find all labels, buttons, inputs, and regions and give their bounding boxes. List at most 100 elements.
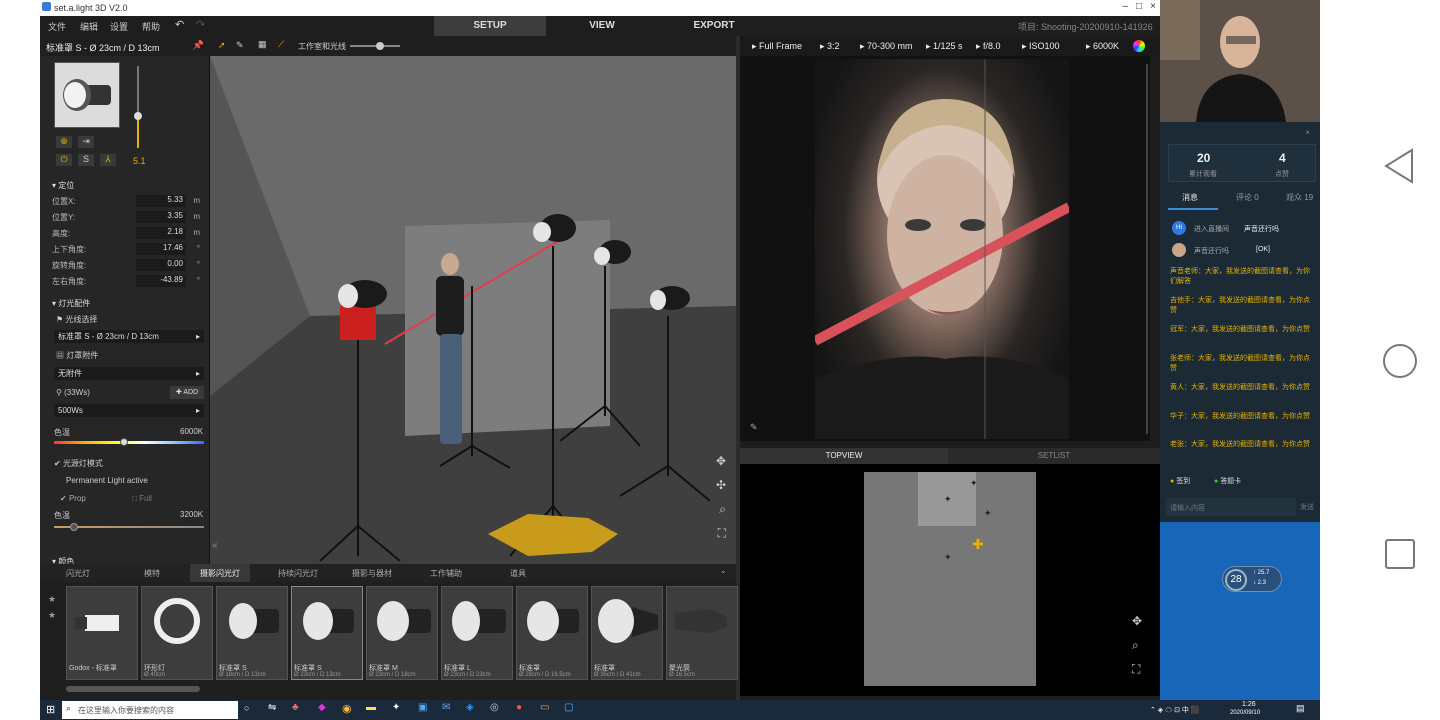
color-temp-handle[interactable]: [120, 438, 128, 446]
watt-dropdown[interactable]: 500Ws ▸: [54, 404, 204, 417]
section-position[interactable]: ▾ 定位: [52, 180, 74, 191]
align-icon[interactable]: ⇥: [78, 136, 94, 148]
prop-pan[interactable]: 左右角度: -43.89 °: [52, 274, 202, 288]
tab-helpers[interactable]: 工作辅助: [430, 568, 462, 579]
app-icon[interactable]: ▭: [540, 702, 549, 713]
folder-icon[interactable]: ▬: [366, 702, 376, 713]
full-checkbox[interactable]: □ Full: [132, 494, 152, 503]
tab-export[interactable]: EXPORT: [658, 16, 770, 36]
shelf-item[interactable]: 标准罩 SØ 18cm / D 13cm: [216, 586, 288, 680]
prop-tilt[interactable]: 上下角度: 17.46 °: [52, 242, 202, 256]
prop-value[interactable]: 5.33: [136, 195, 186, 207]
close-icon[interactable]: ×: [1150, 1, 1156, 12]
close-chat-icon[interactable]: ×: [1305, 128, 1310, 137]
tab-photo-flash[interactable]: 摄影闪光灯: [190, 564, 250, 582]
light-marker-icon[interactable]: ✦: [970, 478, 978, 489]
tab-setup[interactable]: SETUP: [434, 16, 546, 36]
task-view-icon[interactable]: ○: [244, 703, 249, 713]
shelf-item[interactable]: 标准罩 MØ 23cm / D 18cm: [366, 586, 438, 680]
light-mode-checkbox[interactable]: ✔ 光源灯模式: [54, 458, 103, 469]
chrome-icon[interactable]: ◉: [342, 702, 352, 715]
prop-height[interactable]: 高度: 2.18 m: [52, 226, 202, 240]
shelf-item[interactable]: Godox - 标准罩: [66, 586, 138, 680]
light-marker-icon[interactable]: ✦: [944, 494, 952, 505]
shutter[interactable]: ▸ 1/125 s: [926, 41, 963, 52]
color-temp-slider[interactable]: [54, 441, 204, 444]
menu-help[interactable]: 帮助: [142, 20, 160, 33]
lens[interactable]: ▸ 70-300 mm: [860, 41, 913, 52]
fit-icon[interactable]: ⛶: [718, 526, 726, 541]
favorite-star-icon[interactable]: ★: [48, 610, 56, 621]
color-wheel-icon[interactable]: [1133, 40, 1145, 52]
shelf-scrollbar[interactable]: [66, 686, 200, 692]
menu-file[interactable]: 文件: [48, 20, 66, 33]
grid-icon[interactable]: ▦: [258, 39, 267, 50]
shelf-item[interactable]: 标准罩 Ø 35cm / D 41cm: [591, 586, 663, 680]
tab-strobe[interactable]: 闪光灯: [66, 568, 90, 579]
zoom-icon[interactable]: ⌕: [1132, 638, 1139, 653]
windows-start-icon[interactable]: ⊞: [46, 703, 55, 716]
app-icon[interactable]: ✉: [442, 702, 450, 713]
prop-value[interactable]: 3.35: [136, 211, 186, 223]
preview-scrollbar[interactable]: [1146, 64, 1148, 434]
eyedropper-icon[interactable]: ✎: [750, 422, 758, 433]
app-icon[interactable]: ▣: [418, 702, 427, 713]
target-icon[interactable]: ⊕: [56, 136, 72, 148]
move-icon[interactable]: ✥: [1132, 614, 1142, 628]
zoom-slider-handle[interactable]: [376, 42, 384, 50]
collapse-left-icon[interactable]: «: [212, 540, 218, 551]
gel-dropdown[interactable]: 无附件 ▸: [54, 367, 204, 380]
light-marker-icon[interactable]: ✦: [984, 508, 992, 519]
topview-map[interactable]: ✦ ✦ ✦ ✚ ✦ ✥ ⌕ ⛶: [740, 464, 1160, 696]
prop-checkbox[interactable]: ✔ Prop: [60, 494, 86, 503]
menu-settings[interactable]: 设置: [110, 20, 128, 33]
iso[interactable]: ▸ ISO100: [1022, 41, 1060, 52]
prop-rotation[interactable]: 旋转角度: 0.00 °: [52, 258, 202, 272]
shelf-item[interactable]: 标准罩 LØ 23cm / D 23cm: [441, 586, 513, 680]
aperture[interactable]: ▸ f/8.0: [976, 41, 1001, 52]
app-icon[interactable]: ✦: [392, 702, 400, 713]
camera-body[interactable]: ▸ Full Frame: [752, 41, 802, 52]
shelf-item[interactable]: 聚光筒 Ø 16.5cm: [666, 586, 738, 680]
select-tool-icon[interactable]: ➚: [218, 40, 226, 51]
tab-continuous[interactable]: 持续闪光灯: [278, 568, 318, 579]
aspect-ratio[interactable]: ▸ 3:2: [820, 41, 840, 52]
shelf-item[interactable]: 标准罩 Ø 28cm / D 16.5cm: [516, 586, 588, 680]
studio-scene[interactable]: ✥ ✣ ⌕ ⛶ «: [210, 56, 736, 564]
pencil-icon[interactable]: ✎: [236, 40, 244, 51]
prop-value[interactable]: 2.18: [136, 227, 186, 239]
tab-models[interactable]: 模特: [144, 568, 160, 579]
prop-position-y[interactable]: 位置Y: 3.35 m: [52, 210, 202, 224]
tab-comments[interactable]: 评论 0: [1236, 192, 1259, 203]
pan-icon[interactable]: ✣: [716, 478, 726, 492]
fit-icon[interactable]: ⛶: [1132, 662, 1140, 677]
back-icon[interactable]: [1382, 148, 1416, 184]
zoom-icon[interactable]: ⌕: [719, 502, 726, 517]
move-icon[interactable]: ✥: [716, 454, 726, 468]
white-balance[interactable]: ▸ 6000K: [1086, 41, 1119, 52]
camera-preview[interactable]: ✎: [740, 56, 1150, 441]
notification-icon[interactable]: ▤: [1296, 703, 1305, 714]
tab-audience[interactable]: 观众 19: [1286, 192, 1313, 203]
chat-input[interactable]: 请输入内容: [1166, 498, 1296, 516]
modifier-dropdown[interactable]: 标准罩 S - Ø 23cm / D 13cm ▸: [54, 330, 204, 343]
tab-messages[interactable]: 消息: [1182, 192, 1198, 203]
maximize-icon[interactable]: □: [1136, 1, 1142, 12]
app-icon[interactable]: ⇋: [268, 702, 276, 713]
tab-topview[interactable]: TOPVIEW: [740, 448, 948, 464]
camera-marker-icon[interactable]: ✚: [972, 536, 984, 553]
app-icon[interactable]: ◈: [466, 702, 474, 713]
power-slider-handle[interactable]: [134, 112, 142, 120]
pin-icon[interactable]: 📌: [193, 40, 204, 51]
solo-icon[interactable]: S: [78, 154, 94, 166]
tab-equipment[interactable]: 摄影与器材: [352, 568, 392, 579]
minimize-icon[interactable]: –: [1122, 1, 1128, 12]
app-icon[interactable]: ●: [516, 702, 522, 713]
tab-props[interactable]: 道具: [510, 568, 526, 579]
favorite-star-icon[interactable]: ★: [48, 594, 56, 605]
power-toggle-icon[interactable]: ⏻: [56, 154, 72, 166]
shelf-item[interactable]: 环形灯 Ø 40cm: [141, 586, 213, 680]
temp2-handle[interactable]: [70, 523, 78, 531]
quiz-button[interactable]: ● 答题卡: [1214, 476, 1241, 486]
prop-position-x[interactable]: 位置X: 5.33 m: [52, 194, 202, 208]
